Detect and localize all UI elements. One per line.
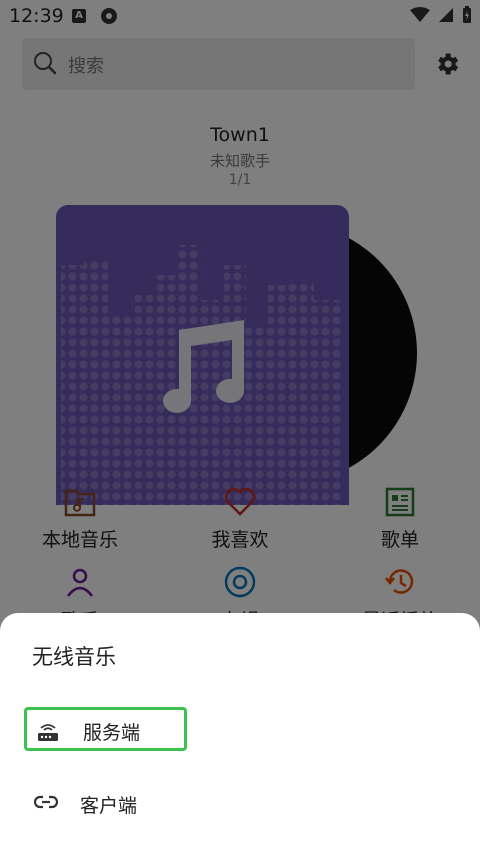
link-icon <box>34 795 58 809</box>
sheet-title: 无线音乐 <box>32 645 116 669</box>
client-option[interactable]: 客户端 <box>24 783 187 827</box>
client-label: 客户端 <box>80 795 138 817</box>
router-icon <box>38 724 58 741</box>
server-label: 服务端 <box>83 722 141 744</box>
server-option[interactable]: 服务端 <box>24 707 187 751</box>
bottom-sheet: 无线音乐 服务端 客户端 <box>0 613 480 853</box>
